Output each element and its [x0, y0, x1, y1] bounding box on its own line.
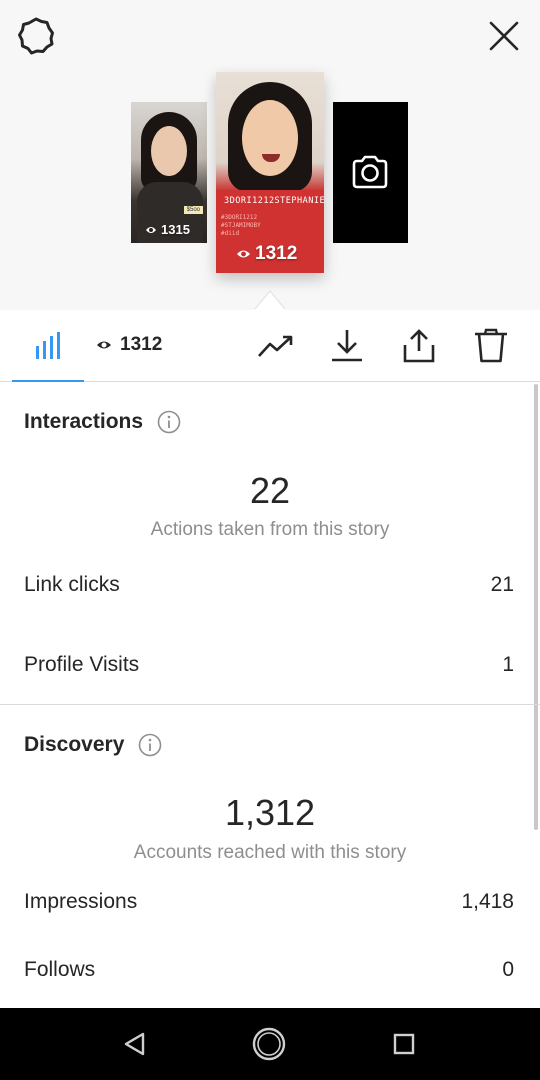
trend-icon — [258, 335, 293, 357]
profile-visits-value: 1 — [502, 653, 514, 676]
current-story-pointer — [255, 292, 285, 310]
section-title-text: Discovery — [24, 733, 125, 756]
share-button[interactable] — [401, 328, 437, 364]
download-icon — [332, 330, 362, 362]
story-toolbar: 1312 — [0, 310, 540, 382]
story-thumbnail-current[interactable]: 3DORI1212STEPHANIE21 #3DORI1212 #STJAMIM… — [216, 72, 324, 273]
eye-icon — [237, 250, 250, 258]
story-views-current: 1312 — [236, 243, 297, 265]
camera-icon — [352, 155, 388, 189]
close-icon — [489, 21, 519, 51]
follows-value: 0 — [502, 958, 514, 981]
interactions-total: 22 — [249, 470, 291, 511]
story-views-count: 1312 — [255, 243, 298, 264]
download-button[interactable] — [329, 328, 365, 364]
story-views-previous: 1315 — [145, 222, 190, 237]
story-caption: 3DORI1212STEPHANIE21 — [224, 196, 324, 206]
settings-button[interactable] — [16, 16, 56, 56]
viewers-tab[interactable]: 1312 — [96, 334, 162, 356]
story-hashtag: #3DORI1212 — [221, 214, 258, 221]
link-clicks-value: 21 — [490, 573, 514, 596]
story-tag-sticker: $5oo — [183, 206, 203, 214]
recents-icon — [393, 1033, 415, 1055]
story-preview-area: $5oo 1315 3DORI1212STEPHANIE21 #3DORI121… — [0, 0, 540, 310]
back-button[interactable] — [117, 1026, 153, 1062]
share-icon — [403, 329, 435, 363]
viewer-count-label: 1312 — [120, 334, 163, 355]
impressions-label: Impressions — [24, 890, 138, 913]
story-hashtag: #STJAMIMOBY — [221, 222, 261, 229]
story-thumbnail-previous[interactable]: $5oo 1315 — [131, 102, 207, 243]
promote-button[interactable] — [258, 328, 294, 364]
story-hashtags: #3DORI1212 #STJAMIMOBY #diid — [221, 214, 261, 238]
scrollbar[interactable] — [534, 384, 538, 830]
eye-icon — [146, 226, 156, 233]
impressions-value: 1,418 — [461, 890, 514, 913]
insights-tab[interactable] — [12, 310, 84, 382]
interactions-caption: Actions taken from this story — [150, 519, 390, 540]
follows-label: Follows — [24, 958, 96, 981]
section-divider — [0, 704, 540, 705]
home-icon — [252, 1027, 286, 1061]
home-button[interactable] — [251, 1026, 287, 1062]
story-hashtag: #diid — [221, 230, 240, 237]
discovery-total: 1,312 — [224, 792, 316, 833]
add-story-button[interactable] — [333, 102, 408, 243]
discovery-section-title: Discovery — [24, 733, 162, 757]
recents-button[interactable] — [386, 1026, 422, 1062]
section-title-text: Interactions — [24, 410, 144, 433]
discovery-caption: Accounts reached with this story — [133, 842, 407, 863]
back-icon — [124, 1032, 145, 1056]
trash-icon — [475, 328, 507, 363]
insights-bars-icon — [36, 332, 60, 359]
eye-icon — [97, 341, 111, 349]
story-views-count: 1315 — [161, 222, 190, 237]
delete-button[interactable] — [473, 328, 509, 364]
interactions-section-title: Interactions — [24, 410, 181, 434]
link-clicks-label: Link clicks — [24, 573, 120, 596]
settings-gear-icon — [18, 17, 54, 55]
info-icon[interactable] — [138, 733, 162, 757]
system-navigation-bar — [0, 1008, 540, 1080]
info-icon[interactable] — [157, 410, 181, 434]
close-button[interactable] — [484, 16, 524, 56]
profile-visits-label: Profile Visits — [24, 653, 140, 676]
